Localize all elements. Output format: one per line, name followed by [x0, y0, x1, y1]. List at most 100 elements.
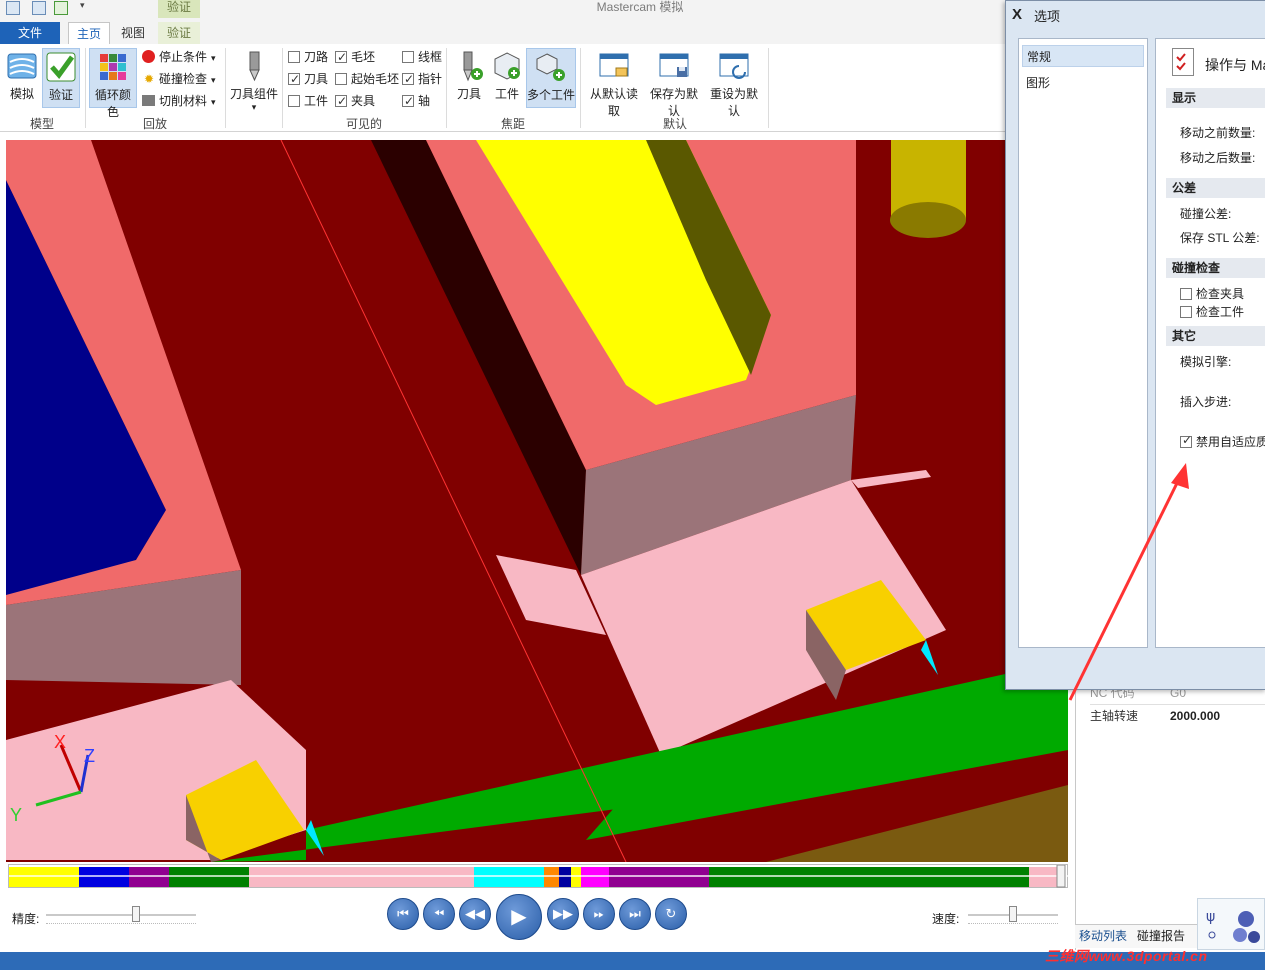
checkbox-box[interactable] [335, 92, 347, 110]
read-defaults-icon [599, 53, 629, 77]
checkbox-box[interactable] [1180, 306, 1192, 318]
visible-axis-label: 轴 [418, 94, 431, 108]
group-label-visible: 可见的 [345, 117, 382, 131]
checkbox-box[interactable] [1180, 433, 1192, 448]
visible-pointer-label: 指针 [418, 72, 443, 86]
precision-slider-ticks [46, 920, 196, 924]
workpiece-focus-icon [494, 52, 520, 80]
visible-pointer-checkbox[interactable]: 指针 [402, 70, 442, 88]
checkbox-box[interactable] [335, 48, 347, 66]
nav-item-graphics[interactable]: 图形 [1022, 72, 1144, 94]
rewind-button[interactable]: ◀◀ [459, 898, 491, 930]
cut-material-dropdown[interactable]: 切削材料 ▾ [142, 92, 216, 110]
group-divider [446, 48, 447, 128]
tab-view[interactable]: 视图 [112, 22, 154, 44]
quick-access-check-icon[interactable] [54, 1, 68, 15]
visible-wireframe-checkbox[interactable]: 线框 [402, 48, 442, 66]
focus-multi-workpiece-button[interactable]: 多个工件 [526, 48, 576, 108]
checkbox-box[interactable] [402, 70, 414, 88]
read-defaults-button[interactable]: 从默认读取 [585, 48, 643, 118]
play-button[interactable]: ▶ [496, 894, 542, 940]
checkbox-box[interactable] [1180, 288, 1192, 300]
disable-adaptive-checkbox[interactable]: 禁用自适应质 [1180, 433, 1265, 450]
loop-icon: ↻ [665, 906, 677, 921]
quick-access-list-icon[interactable] [32, 1, 46, 15]
visible-wireframe-label: 线框 [418, 50, 443, 64]
reset-defaults-button[interactable]: 重设为默认 [705, 48, 763, 118]
tab-home[interactable]: 主页 [68, 22, 110, 44]
tool-assembly-icon [249, 51, 260, 82]
chevron-down-icon: ▾ [251, 102, 257, 112]
tool-assembly-button[interactable]: 刀具组件 ▾ [229, 48, 279, 112]
tab-file[interactable]: 文件 [0, 22, 60, 44]
speed-slider-thumb[interactable] [1009, 906, 1017, 922]
precision-slider-thumb[interactable] [132, 906, 140, 922]
visible-toolpath-checkbox[interactable]: 刀路 [288, 48, 328, 66]
step-back-button[interactable]: ⏪︎ [423, 898, 455, 930]
loop-button[interactable]: ↻ [655, 898, 687, 930]
step-forward-icon: ⏩︎ [593, 906, 605, 921]
visible-tool-label: 刀具 [304, 72, 329, 86]
timeline-color-bands [9, 865, 1069, 888]
tool-tip [890, 202, 966, 238]
quick-access-dropdown-icon[interactable]: ▾ [80, 0, 85, 11]
cycle-colors-button[interactable]: 循环颜色 [89, 48, 137, 119]
checkbox-box[interactable] [402, 92, 414, 110]
save-defaults-label: 保存为默认 [649, 87, 698, 118]
visible-fixture-label: 夹具 [351, 94, 376, 108]
visible-initial-stock-checkbox[interactable]: 起始毛坯 [335, 70, 399, 88]
jump-start-button[interactable]: ⏮ [387, 898, 419, 930]
focus-workpiece-button[interactable]: 工件 [490, 48, 524, 108]
section-display: 显示 [1166, 88, 1265, 108]
visible-fixture-checkbox[interactable]: 夹具 [335, 92, 375, 110]
fast-forward-button[interactable]: ▶▶ [547, 898, 579, 930]
tab-verify[interactable]: 验证 [158, 22, 200, 44]
visible-stock-checkbox[interactable]: 毛坯 [335, 48, 375, 66]
checkbox-box[interactable] [402, 51, 414, 63]
check-workpiece-checkbox[interactable]: 检查工件 [1180, 303, 1244, 320]
jump-end-button[interactable]: ⏭ [619, 898, 651, 930]
focus-multi-workpiece-label: 多个工件 [527, 88, 576, 102]
app-icon[interactable] [6, 1, 20, 15]
stop-icon [142, 50, 155, 63]
watermark-text: 三维网www.3dportal.cn [1045, 948, 1208, 964]
checklist-icon [1172, 48, 1194, 76]
visible-axis-checkbox[interactable]: 轴 [402, 92, 430, 110]
checkbox-box[interactable] [288, 95, 300, 107]
dialog-title: 选项 [1034, 9, 1061, 24]
save-defaults-button[interactable]: 保存为默认 [645, 48, 703, 118]
group-divider [282, 48, 283, 128]
focus-tool-label: 刀具 [456, 87, 481, 101]
tab-collision-report[interactable]: 碰撞报告 [1137, 926, 1185, 946]
precision-slider-track[interactable] [46, 914, 196, 916]
collision-tolerance-label: 碰撞公差: [1180, 207, 1232, 221]
stop-conditions-dropdown[interactable]: 停止条件 ▾ [142, 48, 216, 66]
clamp-right-edge [921, 640, 938, 675]
tab-move-list[interactable]: 移动列表 [1079, 926, 1127, 946]
verify-button[interactable]: 验证 [42, 48, 80, 108]
visible-tool-checkbox[interactable]: 刀具 [288, 70, 328, 88]
svg-text:ψ: ψ [1206, 909, 1215, 925]
collision-check-dropdown[interactable]: ✹ 碰撞检查 ▾ [142, 70, 216, 88]
spindle-speed-row: 主轴转速 2000.000 [1090, 704, 1265, 726]
nav-item-general[interactable]: 常规 [1022, 45, 1144, 67]
visible-workpiece-checkbox[interactable]: 工件 [288, 92, 328, 110]
step-forward-button[interactable]: ⏩︎ [583, 898, 615, 930]
verify-label: 验证 [48, 88, 73, 102]
spindle-speed-label: 主轴转速 [1090, 709, 1139, 723]
checklist-marks [1176, 53, 1186, 71]
checkbox-box[interactable] [335, 73, 347, 85]
group-divider [768, 48, 769, 128]
read-defaults-label: 从默认读取 [589, 87, 638, 118]
checkbox-box[interactable] [288, 51, 300, 63]
checkbox-box[interactable] [288, 70, 300, 88]
spindle-speed-value: 2000.000 [1170, 709, 1221, 723]
focus-tool-button[interactable]: 刀具 [452, 48, 486, 108]
sim-engine-label: 模拟引擎: [1180, 355, 1232, 369]
simulation-viewport[interactable]: X Z Y [6, 140, 1068, 862]
annotation-arrow [1068, 463, 1189, 701]
operation-timeline[interactable] [8, 864, 1069, 888]
simulate-button[interactable]: 模拟 [4, 48, 40, 108]
check-fixture-checkbox[interactable]: 检查夹具 [1180, 285, 1244, 302]
simulate-label: 模拟 [9, 87, 34, 101]
